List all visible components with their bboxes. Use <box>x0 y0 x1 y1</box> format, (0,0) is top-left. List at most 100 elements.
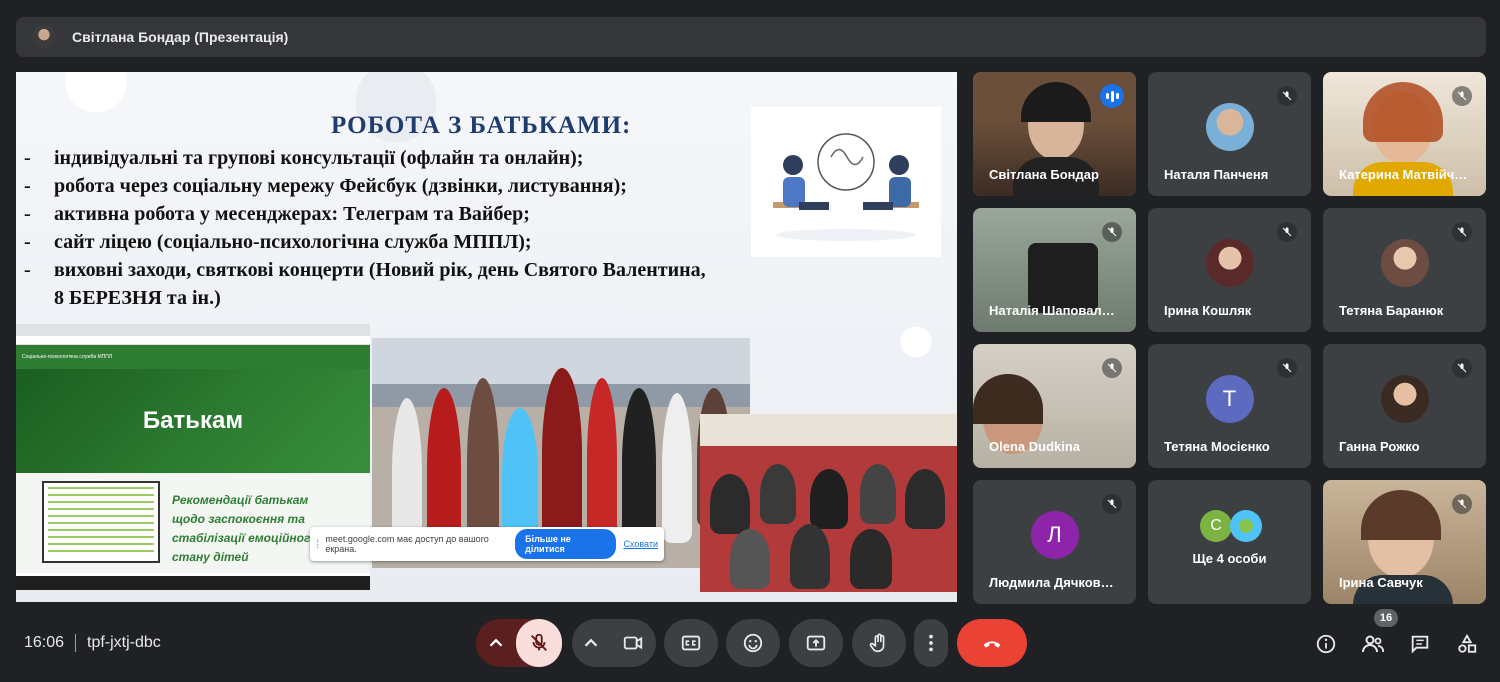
slide-bullet: - активна робота у месенджерах: Телеграм … <box>24 203 530 225</box>
participant-name: Світлана Бондар <box>989 167 1099 182</box>
consultation-illustration <box>751 107 941 257</box>
participant-name: Ірина Савчук <box>1339 575 1423 590</box>
participant-avatar <box>1380 374 1429 423</box>
participant-avatar <box>1230 510 1262 542</box>
slide-bullet: - робота через соціальну мережу Фейсбук (… <box>24 175 627 197</box>
participant-name: Наталя Панченя <box>1164 167 1269 182</box>
participant-name: Людмила Дячков… <box>989 575 1114 590</box>
meeting-details-button[interactable] <box>1312 630 1340 658</box>
participant-avatar <box>1205 238 1254 287</box>
participant-tile[interactable]: Наталя Панченя <box>1148 72 1311 196</box>
more-options-button[interactable] <box>914 619 948 667</box>
participant-tile[interactable]: Ірина Кошляк <box>1148 208 1311 332</box>
site-recommendation-text: Рекомендації батькам щодо заспокоєння та… <box>172 493 318 564</box>
slide-bullet-continuation: 8 БЕРЕЗНЯ та ін.) <box>54 287 221 309</box>
participant-name: Тетяна Баранюк <box>1339 303 1444 318</box>
site-hero: Батькам <box>16 369 370 473</box>
mic-toggle-button[interactable] <box>516 619 562 667</box>
current-time: 16:06 <box>24 634 65 651</box>
share-message: meet.google.com має доступ до вашого екр… <box>325 534 489 554</box>
mic-off-icon <box>1452 86 1472 106</box>
participant-avatar <box>1205 102 1254 151</box>
participant-name: Наталія Шаповал… <box>989 303 1115 318</box>
people-icon <box>1362 635 1384 653</box>
slide-bullet: - сайт ліцею (соціально-психологічна служ… <box>24 231 532 253</box>
participant-name: Тетяна Мосієнко <box>1164 439 1270 454</box>
reactions-button[interactable] <box>726 619 780 667</box>
participant-avatar: С <box>1200 510 1232 542</box>
site-document-thumbnail <box>42 481 160 563</box>
camera-options-chevron-icon[interactable] <box>572 632 610 654</box>
participant-avatar <box>1380 238 1429 287</box>
camera-toggle-button[interactable] <box>610 632 656 654</box>
screen-share-notification: ⁞ meet.google.com має доступ до вашого е… <box>310 527 664 561</box>
participant-tile[interactable]: Olena Dudkina <box>973 344 1136 468</box>
more-participants-tile[interactable]: С Ще 4 особи <box>1148 480 1311 604</box>
camera-control-group <box>572 619 656 667</box>
mic-off-icon <box>1102 222 1122 242</box>
more-vert-icon <box>929 634 933 652</box>
chat-button[interactable] <box>1406 630 1434 658</box>
leave-call-button[interactable] <box>957 619 1027 667</box>
mic-off-icon <box>1277 358 1297 378</box>
info-icon <box>1316 634 1336 654</box>
mic-off-icon <box>1452 358 1472 378</box>
mic-off-icon <box>1277 86 1297 106</box>
speaking-indicator-icon <box>1100 84 1124 108</box>
participant-avatar: Л <box>1030 510 1079 559</box>
captions-icon <box>681 635 701 651</box>
grouped-avatars: С <box>1200 510 1262 542</box>
chat-icon <box>1411 635 1429 654</box>
meeting-code: tpf-jxtj-dbc <box>87 634 161 651</box>
raise-hand-button[interactable] <box>852 619 906 667</box>
participant-tile[interactable]: Тетяна Баранюк <box>1323 208 1486 332</box>
presenter-avatar <box>32 25 56 49</box>
hide-link[interactable]: Сховати <box>623 539 658 549</box>
mic-off-icon <box>1277 222 1297 242</box>
mic-off-icon <box>1452 494 1472 514</box>
site-nav: Соціально-психологічна служба МППЛ <box>16 345 370 369</box>
presentation-stage: РОБОТА З БАТЬКАМИ: - індивідуальні та гру… <box>16 72 957 602</box>
participant-tile[interactable]: Наталія Шаповал… <box>973 208 1136 332</box>
hang-up-icon <box>983 641 1001 648</box>
participant-tile[interactable]: Ірина Савчук <box>1323 480 1486 604</box>
participant-name: Ірина Кошляк <box>1164 303 1252 318</box>
mic-off-icon <box>1102 494 1122 514</box>
call-controls-bar: 16:06 tpf-jxtj-dbc <box>0 610 1500 682</box>
activities-button[interactable] <box>1453 630 1481 658</box>
participant-name: Olena Dudkina <box>989 439 1081 454</box>
mic-options-chevron-icon[interactable] <box>476 619 516 667</box>
participant-tile[interactable]: Світлана Бондар <box>973 72 1136 196</box>
mic-off-icon <box>1102 358 1122 378</box>
captions-button[interactable] <box>664 619 718 667</box>
mic-off-icon <box>531 633 547 651</box>
participant-tile[interactable]: Т Тетяна Мосієнко <box>1148 344 1311 468</box>
participant-grid: Світлана Бондар Наталя Панченя Катерина … <box>973 72 1487 604</box>
present-icon <box>806 635 826 651</box>
emoji-icon <box>743 633 763 653</box>
mic-control-group <box>476 619 562 667</box>
mic-off-icon <box>1452 222 1472 242</box>
more-participants-label: Ще 4 особи <box>1192 551 1267 566</box>
participant-name: Катерина Матвійч… <box>1339 167 1468 182</box>
drag-handle-icon[interactable]: ⁞ <box>316 537 319 551</box>
stop-sharing-button[interactable]: Більше не ділитися <box>515 529 617 559</box>
slide-bullet: - індивідуальні та групові консультації (… <box>24 147 584 169</box>
shapes-icon <box>1458 633 1477 653</box>
participant-tile[interactable]: Ганна Рожко <box>1323 344 1486 468</box>
people-button[interactable] <box>1359 630 1387 658</box>
slide-bullet-list: - індивідуальні та групові консультації (… <box>24 144 864 312</box>
participant-name: Ганна Рожко <box>1339 439 1420 454</box>
presentation-header: Світлана Бондар (Презентація) <box>16 17 1486 57</box>
participant-tile[interactable]: Л Людмила Дячков… <box>973 480 1136 604</box>
camera-icon <box>623 636 643 650</box>
participant-avatar: Т <box>1205 374 1254 423</box>
present-screen-button[interactable] <box>789 619 843 667</box>
slide-bullet: - виховні заходи, святкові концерти (Нови… <box>24 259 706 281</box>
people-count-badge: 16 <box>1374 609 1398 627</box>
participant-tile[interactable]: Катерина Матвійч… <box>1323 72 1486 196</box>
presenter-label: Світлана Бондар (Презентація) <box>72 29 289 45</box>
slide-title: РОБОТА З БАТЬКАМИ: <box>331 112 632 139</box>
hand-icon <box>869 633 885 653</box>
auditorium-photo <box>700 414 957 592</box>
